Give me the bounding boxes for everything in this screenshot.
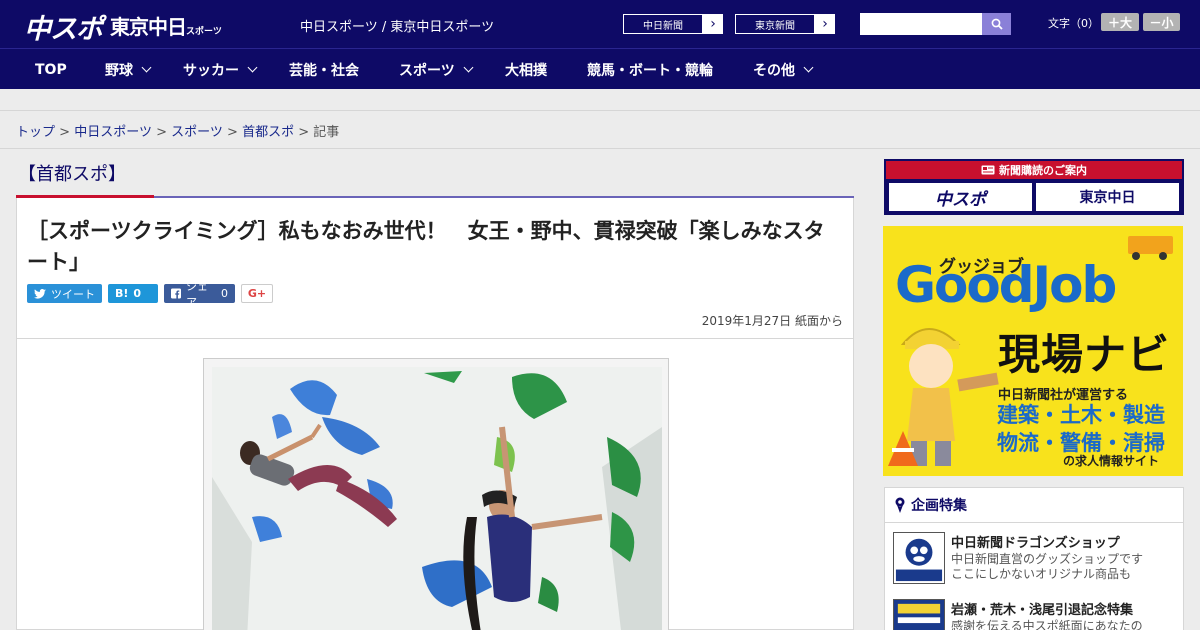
hatena-bookmark-button[interactable]: B! 0: [108, 284, 158, 303]
article-photo[interactable]: [212, 367, 662, 630]
main-nav: TOP 野球 サッカー 芸能・社会 スポーツ 大相撲 競馬・ボート・競輪 その他: [0, 48, 1200, 89]
facebook-label: シェア: [186, 279, 208, 309]
subscription-title: 新聞購読のご案内: [886, 161, 1182, 179]
ribbon-icon: [895, 497, 905, 513]
breadcrumb-link-top[interactable]: トップ: [16, 125, 55, 140]
sub-nav-bar: [0, 89, 1200, 111]
chuspo-subscribe-link[interactable]: 中スポ: [889, 183, 1032, 211]
nav-item-racing[interactable]: 競馬・ボート・競輪: [587, 49, 713, 90]
nav-label: 野球: [105, 62, 133, 79]
divider: [0, 148, 1200, 149]
nav-item-baseball[interactable]: 野球: [105, 49, 152, 90]
font-size-label: 文字（0）: [1048, 17, 1099, 30]
site-header: 中スポ 東京中日スポーツ 中日スポーツ / 東京中日スポーツ 中日新聞 › 東京…: [0, 0, 1200, 48]
feature-item-desc: 感謝を伝える中スポ紙面にあなたの: [951, 619, 1143, 630]
tokyo-logo-text: 東京中日: [110, 15, 187, 39]
share-buttons: ツイート B! 0 シェア 0 G+: [27, 280, 273, 309]
subscription-title-text: 新聞購読のご案内: [999, 164, 1087, 177]
search-icon: [991, 18, 1003, 30]
chevron-down-icon: [803, 62, 814, 73]
font-decrease-button[interactable]: －小: [1143, 13, 1180, 31]
site-names: 中日スポーツ / 東京中日スポーツ: [300, 20, 495, 35]
hatena-label: B!: [115, 287, 129, 300]
feature-desc-line: 中日新聞直営のグッズショップです: [951, 552, 1144, 566]
feature-item-desc: 中日新聞直営のグッズショップです ここにしかないオリジナル商品も: [951, 552, 1143, 582]
search-input[interactable]: [860, 13, 983, 35]
breadcrumb-separator: >: [227, 125, 238, 140]
breadcrumb-link-sports[interactable]: スポーツ: [171, 125, 223, 140]
tweet-button[interactable]: ツイート: [27, 284, 102, 303]
ad-brand: GoodJob: [895, 256, 1117, 314]
nav-item-soccer[interactable]: サッカー: [183, 49, 258, 90]
ad-headline: 現場ナビ: [998, 330, 1171, 379]
nav-label: その他: [753, 62, 795, 79]
feature-item-title[interactable]: 中日新聞ドラゴンズショップ: [951, 532, 1120, 551]
nav-item-entertainment[interactable]: 芸能・社会: [289, 49, 359, 90]
breadcrumb-link-chunichi-sports[interactable]: 中日スポーツ: [74, 125, 152, 140]
nav-label: TOP: [35, 61, 67, 78]
breadcrumb-separator: >: [298, 125, 310, 140]
nav-item-sports[interactable]: スポーツ: [399, 49, 474, 90]
chevron-right-icon: ›: [710, 16, 716, 32]
twitter-icon: [34, 288, 46, 299]
goodjob-ad[interactable]: グッジョブ GoodJob 現場ナビ 中日新聞社が運営する 建築・土木・製造 物…: [883, 226, 1183, 476]
tokyo-chunichi-subscribe-link[interactable]: 東京中日: [1036, 183, 1179, 211]
nav-label: スポーツ: [399, 62, 455, 79]
article: ［スポーツクライミング］私もなおみ世代！ 女王・野中、貫禄突破「楽しみなスタート…: [16, 198, 854, 630]
chevron-right-icon: ›: [822, 16, 828, 32]
feature-title: 企画特集: [911, 498, 967, 514]
climbing-photo-illustration: [212, 367, 662, 630]
ad-footer: の求人情報サイト: [1063, 454, 1160, 468]
breadcrumb-current: 記事: [313, 125, 340, 140]
nav-label: 競馬・ボート・競輪: [587, 62, 713, 79]
ext-link-label: 東京新聞: [735, 14, 815, 34]
nav-item-top[interactable]: TOP: [35, 49, 67, 90]
breadcrumb-separator: >: [59, 125, 71, 140]
feature-header: 企画特集: [885, 488, 1183, 523]
chevron-down-icon: [247, 62, 258, 73]
article-date: 2019年1月27日 紙面から: [701, 314, 843, 328]
section-title[interactable]: 【首都スポ】: [18, 160, 126, 186]
tokyo-logo-suffix: スポーツ: [186, 27, 222, 37]
nav-label: 芸能・社会: [289, 62, 359, 79]
subscription-banner[interactable]: 新聞購読のご案内 中スポ 東京中日: [884, 159, 1184, 215]
nav-label: サッカー: [183, 62, 239, 79]
ad-jobs-line: 建築・土木・製造: [997, 403, 1165, 427]
article-headline: ［スポーツクライミング］私もなおみ世代！ 女王・野中、貫禄突破「楽しみなスタート…: [27, 219, 825, 274]
nav-item-sumo[interactable]: 大相撲: [505, 49, 547, 90]
feature-desc-line: ここにしかないオリジナル商品も: [951, 567, 1132, 581]
tokyo-shimbun-link[interactable]: 東京新聞 ›: [734, 13, 836, 35]
feature-item[interactable]: 岩瀬・荒木・浅尾引退記念特集 感謝を伝える中スポ紙面にあなたの: [893, 599, 1179, 630]
dragons-shop-thumbnail: [893, 532, 945, 584]
breadcrumb-separator: >: [156, 125, 167, 140]
font-increase-button[interactable]: ＋大: [1101, 13, 1139, 31]
subscription-logos: 中スポ 東京中日: [886, 179, 1182, 211]
article-photo-frame: [203, 358, 669, 630]
feature-desc-line: 感謝を伝える中スポ紙面にあなたの: [951, 619, 1143, 630]
chunichi-shimbun-link[interactable]: 中日新聞 ›: [622, 13, 724, 35]
nav-label: 大相撲: [505, 62, 547, 79]
tokyo-chunichi-logo[interactable]: 東京中日スポーツ: [110, 11, 222, 40]
chuspo-logo[interactable]: 中スポ: [24, 7, 103, 46]
feature-panel: 企画特集 中日新聞ドラゴンズショップ 中日新聞直営のグッズショップです ここにし…: [884, 487, 1184, 630]
chevron-down-icon: [463, 62, 474, 73]
facebook-share-button[interactable]: シェア 0: [164, 280, 235, 309]
breadcrumb: トップ > 中日スポーツ > スポーツ > 首都スポ > 記事: [16, 121, 339, 140]
breadcrumb-link-shuto-supo[interactable]: 首都スポ: [242, 125, 294, 140]
chevron-down-icon: [141, 62, 152, 73]
facebook-count: 0: [221, 287, 228, 300]
divider: [17, 338, 853, 339]
tweet-label: ツイート: [51, 287, 95, 301]
newspaper-icon: [981, 165, 995, 175]
nav-item-other[interactable]: その他: [753, 49, 814, 90]
google-plus-button[interactable]: G+: [241, 284, 273, 303]
search-button[interactable]: [982, 13, 1011, 35]
hatena-count: 0: [133, 287, 142, 300]
ad-jobs: 建築・土木・製造 物流・警備・清掃: [997, 401, 1165, 457]
feature-item[interactable]: 中日新聞ドラゴンズショップ 中日新聞直営のグッズショップです ここにしかないオリ…: [893, 532, 1179, 588]
retirement-special-thumbnail: [893, 599, 945, 630]
feature-item-title[interactable]: 岩瀬・荒木・浅尾引退記念特集: [951, 599, 1133, 618]
ext-link-label: 中日新聞: [623, 14, 703, 34]
facebook-icon: [171, 288, 181, 299]
